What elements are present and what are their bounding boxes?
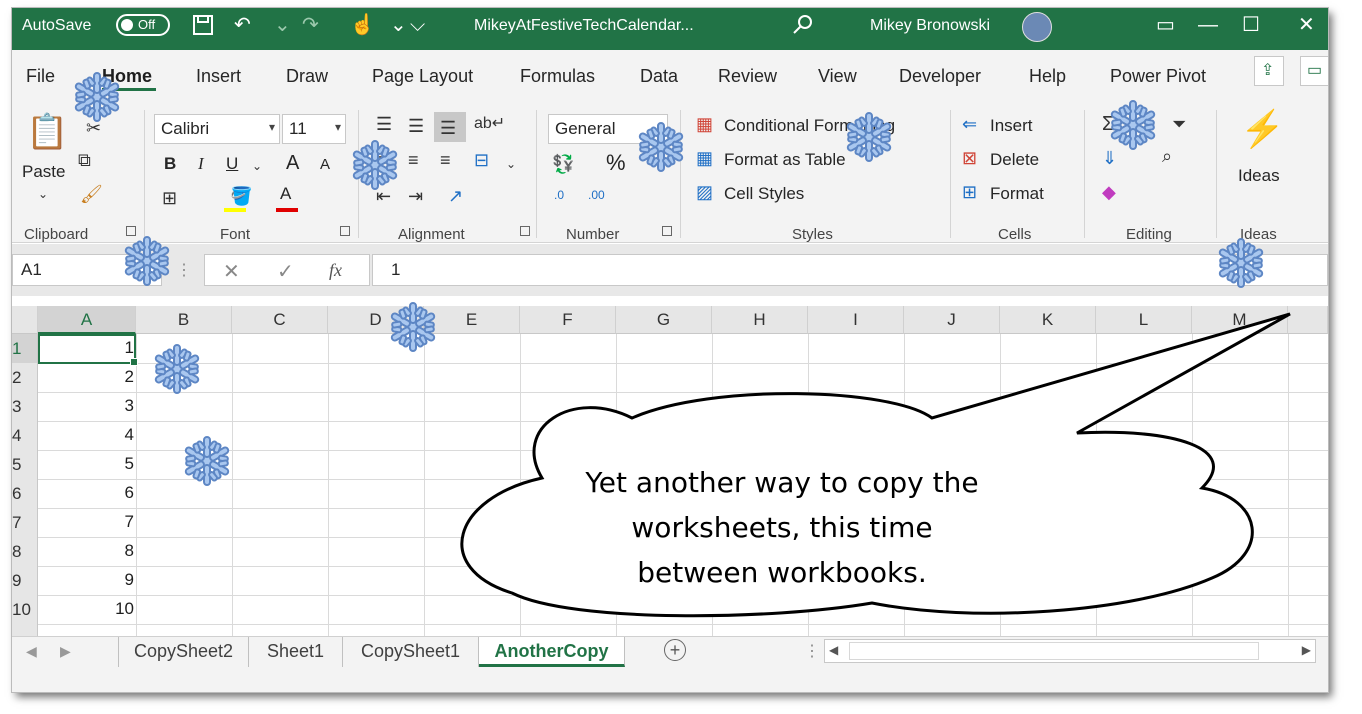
snowflake-icon (842, 110, 896, 164)
callout-text: Yet another way to copy the worksheets, … (585, 466, 979, 589)
snowflake-icon (1106, 98, 1160, 152)
snowflake-icon (70, 70, 124, 124)
snowflake-icon (348, 138, 402, 192)
excel-window: AutoSave Off ↶ ⌄ ↷ ☝ ⌄ ⌵ MikeyAtFestiveT… (12, 8, 1328, 692)
snowflake-icon (180, 434, 234, 488)
snowflake-icon (634, 120, 688, 174)
snowflake-icon (150, 342, 204, 396)
snowflake-icon (1214, 236, 1268, 290)
snowflake-icon (386, 300, 440, 354)
snowflake-icon (120, 234, 174, 288)
